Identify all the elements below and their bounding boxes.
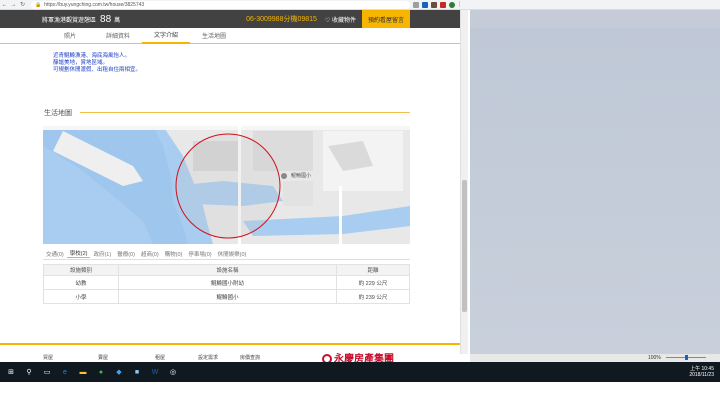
word-icon[interactable]: W	[148, 365, 162, 379]
chrome-icon[interactable]: ●	[94, 365, 108, 379]
back-icon[interactable]: ←	[0, 0, 9, 10]
category-leisure[interactable]: 休閒娛樂(0)	[215, 250, 250, 258]
desktop-pane	[470, 10, 720, 354]
start-icon[interactable]: ⊞	[4, 365, 18, 379]
favorite-button[interactable]: ♡ 收藏物件	[325, 15, 356, 24]
zoom-level: 100%	[648, 355, 661, 361]
description-line: 可規劃休閒渡假、出租自住兩相宜。	[53, 67, 142, 73]
browser-toolbar: ← → ↻ 🔒 https://buy.yungching.com.tw/hou…	[0, 0, 720, 10]
table-cell: 幼教	[43, 275, 119, 290]
life-map[interactable]: 鯤鯓國小	[43, 126, 410, 244]
footer-divider	[0, 343, 460, 345]
facilities-table: 設施類別 設施名稱 距離 幼教 鯤鯓國小附幼 約 229 公尺 小學 鯤鯓國小 …	[43, 264, 410, 304]
app-icon[interactable]: ■	[130, 365, 144, 379]
tab-life-map[interactable]: 生活地圖	[190, 28, 238, 44]
map-poi-label: 鯤鯓國小	[291, 173, 312, 179]
category-medical[interactable]: 醫療(0)	[114, 250, 138, 258]
lock-icon: 🔒	[34, 1, 42, 8]
table-cell: 鯤鯓國小	[118, 289, 337, 304]
facility-categories: 交通(0) 學校(2) 政府(1) 醫療(0) 超商(0) 購物(0) 停車場(…	[43, 248, 410, 260]
footer-link[interactable]: 賣屋	[98, 354, 108, 361]
section-tabs: 照片 詳細資料 文字介紹 生活地圖	[0, 28, 460, 44]
folder-icon[interactable]: ▬	[76, 365, 90, 379]
column-header: 距離	[336, 264, 410, 276]
table-cell: 鯤鯓國小附幼	[118, 275, 337, 290]
reload-icon[interactable]: ↻	[18, 0, 27, 10]
task-view-icon[interactable]: ▭	[40, 365, 54, 379]
section-divider	[80, 112, 410, 113]
edge-icon[interactable]: e	[58, 365, 72, 379]
property-title: 將軍漁港觀賞遊憩區	[42, 17, 97, 24]
table-cell: 小學	[43, 289, 119, 304]
price-unit: 萬	[114, 17, 121, 24]
scroll-thumb[interactable]	[462, 180, 467, 312]
extension-icon[interactable]	[431, 1, 438, 8]
star-icon[interactable]	[413, 1, 420, 8]
table-header-row: 設施類別 設施名稱 距離	[43, 264, 410, 276]
column-header: 設施類別	[43, 264, 119, 276]
windows-taskbar: ⊞ ⚲ ▭ e ▬ ● ◆ ■ W ◎ 上午 10:45 2018/11/23	[0, 362, 720, 382]
column-header: 設施名稱	[118, 264, 337, 276]
table-row: 小學 鯤鯓國小 約 239 公尺	[43, 289, 410, 304]
extension-icon[interactable]	[440, 1, 447, 8]
book-viewing-button[interactable]: 預約看屋留言	[361, 10, 410, 28]
category-government[interactable]: 政府(1)	[90, 250, 114, 258]
category-parking[interactable]: 停車場(0)	[185, 250, 214, 258]
system-tray[interactable]: 上午 10:45 2018/11/23	[689, 366, 714, 378]
app-icon[interactable]: ◆	[112, 365, 126, 379]
clock-date: 2018/11/23	[689, 372, 714, 378]
footer-link[interactable]: 租屋	[155, 354, 165, 361]
app-icon[interactable]: ◎	[166, 365, 180, 379]
description-line: 靜謐美地，賞地區域。	[53, 60, 109, 66]
extension-icon[interactable]	[422, 1, 429, 8]
section-title: 生活地圖	[44, 110, 72, 117]
address-bar[interactable]: 🔒 https://buy.yungching.com.tw/house/382…	[30, 0, 411, 9]
property-price: 88	[100, 13, 112, 25]
category-convenience[interactable]: 超商(0)	[138, 250, 162, 258]
map-canvas	[43, 126, 410, 244]
phone-number[interactable]: 06-3009988分機09815	[246, 14, 317, 24]
footer-link[interactable]: 買屋	[43, 354, 53, 361]
description-line: 近青鯤鯓漁港、海底海風怡人。	[53, 53, 131, 59]
status-bar: 100%	[470, 354, 720, 362]
site-header: 將軍漁港觀賞遊憩區 88 萬 06-3009988分機09815 ♡ 收藏物件 …	[0, 10, 460, 28]
table-cell: 約 239 公尺	[336, 289, 410, 304]
tab-description[interactable]: 文字介紹	[142, 28, 190, 44]
search-icon[interactable]: ⚲	[22, 365, 36, 379]
tab-details[interactable]: 詳細資料	[94, 28, 142, 44]
footer-link[interactable]: 設定需求	[198, 354, 218, 361]
property-description: 近青鯤鯓漁港、海底海風怡人。 靜謐美地，賞地區域。 可規劃休閒渡假、出租自住兩相…	[53, 53, 141, 74]
category-school[interactable]: 學校(2)	[66, 249, 91, 258]
url-text: https://buy.yungching.com.tw/house/38257…	[44, 1, 145, 8]
zoom-slider-thumb[interactable]	[685, 355, 688, 360]
category-transport[interactable]: 交通(0)	[43, 250, 67, 258]
table-cell: 約 229 公尺	[336, 275, 410, 290]
forward-icon[interactable]: →	[9, 0, 18, 10]
tab-photos[interactable]: 照片	[46, 28, 94, 44]
category-shopping[interactable]: 購物(0)	[162, 250, 186, 258]
menu-icon[interactable]: ⋮	[455, 0, 464, 10]
footer-link[interactable]: 房價查詢	[240, 354, 260, 361]
page-scrollbar[interactable]	[460, 10, 468, 354]
table-row: 幼教 鯤鯓國小附幼 約 229 公尺	[43, 275, 410, 290]
